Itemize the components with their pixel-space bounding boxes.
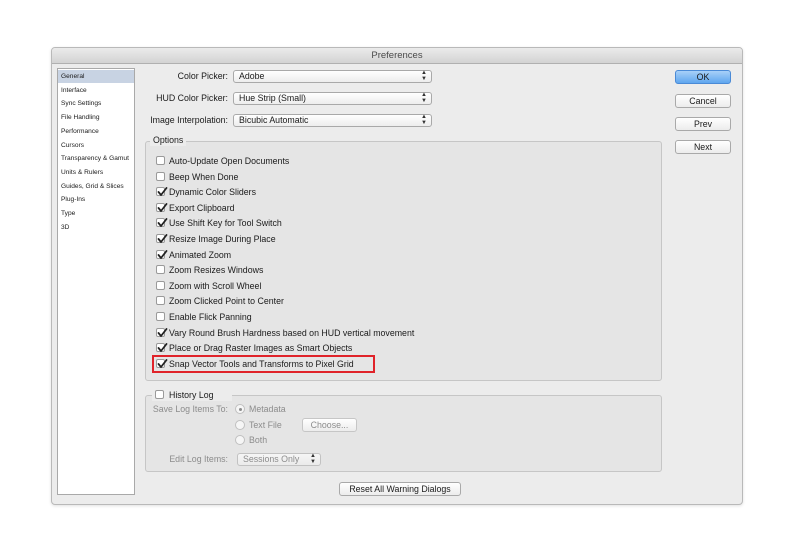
hud-color-picker-value: Hue Strip (Small) <box>239 93 306 103</box>
radio-button[interactable] <box>235 404 245 414</box>
cancel-button[interactable]: Cancel <box>675 94 731 108</box>
option-checkbox[interactable] <box>156 187 168 197</box>
sidebar-item-cursors[interactable]: Cursors <box>58 139 134 152</box>
radio-text-file[interactable]: Text File <box>235 419 305 431</box>
option-checkbox[interactable] <box>156 327 168 337</box>
option-checkbox[interactable] <box>156 265 165 275</box>
option-row[interactable]: Place or Drag Raster Images as Smart Obj… <box>156 342 636 354</box>
hud-color-picker-label: HUD Color Picker: <box>156 93 228 103</box>
option-label: Auto-Update Open Documents <box>169 156 290 166</box>
option-label: Enable Flick Panning <box>169 312 252 322</box>
radio-dot <box>239 408 242 411</box>
history-log-label: History Log <box>169 390 214 400</box>
next-button[interactable]: Next <box>675 140 731 154</box>
sidebar-item-3d[interactable]: 3D <box>58 221 134 234</box>
option-checkbox[interactable] <box>156 249 168 259</box>
radio-both[interactable]: Both <box>235 434 305 446</box>
option-row[interactable]: Zoom with Scroll Wheel <box>156 280 636 292</box>
option-checkbox[interactable] <box>156 218 168 228</box>
sidebar-item-type[interactable]: Type <box>58 207 134 220</box>
sidebar: General Interface Sync Settings File Handli… <box>57 68 135 495</box>
option-checkbox[interactable] <box>156 343 168 353</box>
chevron-updown-icon: ▲ ▼ <box>310 453 316 465</box>
hud-color-picker-select[interactable]: Hue Strip (Small) ▲ ▼ <box>233 92 432 105</box>
reset-warning-dialogs-button[interactable]: Reset All Warning Dialogs <box>339 482 461 496</box>
option-row[interactable]: Zoom Clicked Point to Center <box>156 295 636 307</box>
sidebar-item-transparency-gamut[interactable]: Transparency & Gamut <box>58 152 134 165</box>
option-row[interactable]: Vary Round Brush Hardness based on HUD v… <box>156 327 636 339</box>
option-checkbox[interactable] <box>156 234 168 243</box>
option-label: Zoom Resizes Windows <box>169 265 264 276</box>
option-row[interactable]: Use Shift Key for Tool Switch <box>156 217 636 229</box>
option-label: Resize Image During Place <box>169 234 276 244</box>
radio-metadata[interactable]: Metadata <box>235 403 305 415</box>
options-legend: Options <box>150 134 187 146</box>
sidebar-item-interface[interactable]: Interface <box>58 84 134 97</box>
color-picker-label: Color Picker: <box>177 71 228 81</box>
option-label: Zoom with Scroll Wheel <box>169 280 262 291</box>
highlight-box <box>152 355 375 373</box>
history-log-checkbox[interactable] <box>155 390 164 399</box>
option-label: Dynamic Color Sliders <box>169 187 257 198</box>
color-picker-select[interactable]: Adobe ▲ ▼ <box>233 70 432 83</box>
radio-button[interactable] <box>235 419 245 430</box>
sidebar-item-guides-grid-slices[interactable]: Guides, Grid & Slices <box>58 180 134 193</box>
option-label: Animated Zoom <box>169 249 232 260</box>
sidebar-item-file-handling[interactable]: File Handling <box>58 111 134 124</box>
option-checkbox[interactable] <box>156 296 165 306</box>
option-label: Export Clipboard <box>169 202 235 213</box>
radio-button[interactable] <box>235 435 245 445</box>
option-checkbox[interactable] <box>156 280 165 290</box>
window-title: Preferences <box>52 48 742 64</box>
option-label: Place or Drag Raster Images as Smart Obj… <box>169 343 353 354</box>
edit-log-items-select[interactable]: Sessions Only ▲ ▼ <box>237 453 321 466</box>
option-label: Zoom Clicked Point to Center <box>169 296 284 307</box>
option-row[interactable]: Auto-Update Open Documents <box>156 155 636 167</box>
prev-button[interactable]: Prev <box>675 117 731 131</box>
history-log-legend: History Log <box>152 389 232 401</box>
chevron-updown-icon: ▲ ▼ <box>421 70 427 82</box>
option-row[interactable]: Dynamic Color Sliders <box>156 186 636 198</box>
sidebar-item-general[interactable]: General <box>58 70 134 83</box>
choose-button[interactable]: Choose... <box>302 418 357 432</box>
option-row[interactable]: Enable Flick Panning <box>156 311 636 323</box>
option-label: Use Shift Key for Tool Switch <box>169 218 282 229</box>
radio-label: Both <box>249 435 268 445</box>
chevron-updown-icon: ▲ ▼ <box>421 92 427 104</box>
sidebar-item-plug-ins[interactable]: Plug-Ins <box>58 193 134 206</box>
option-row[interactable]: Zoom Resizes Windows <box>156 264 636 276</box>
edit-log-items-value: Sessions Only <box>243 454 300 464</box>
option-row[interactable]: Beep When Done <box>156 171 636 183</box>
save-log-items-label: Save Log Items To: <box>152 404 228 414</box>
color-picker-value: Adobe <box>239 71 265 81</box>
sidebar-item-sync-settings[interactable]: Sync Settings <box>58 97 134 110</box>
image-interpolation-select[interactable]: Bicubic Automatic ▲ ▼ <box>233 114 432 127</box>
radio-label: Metadata <box>249 404 286 414</box>
option-label: Vary Round Brush Hardness based on HUD v… <box>169 327 415 338</box>
ok-button[interactable]: OK <box>675 70 731 84</box>
image-interpolation-label: Image Interpolation: <box>150 115 228 125</box>
sidebar-item-performance[interactable]: Performance <box>58 125 134 138</box>
sidebar-item-units-rulers[interactable]: Units & Rulers <box>58 166 134 179</box>
option-checkbox[interactable] <box>156 202 168 212</box>
edit-log-items-label: Edit Log Items: <box>169 454 228 464</box>
chevron-updown-icon: ▲ ▼ <box>421 114 427 126</box>
option-checkbox[interactable] <box>156 171 165 181</box>
radio-label: Text File <box>249 419 282 430</box>
option-row[interactable]: Animated Zoom <box>156 249 636 261</box>
option-row[interactable]: Export Clipboard <box>156 202 636 214</box>
option-checkbox[interactable] <box>156 312 165 321</box>
option-row[interactable]: Resize Image During Place <box>156 233 636 245</box>
option-label: Beep When Done <box>169 171 239 182</box>
image-interpolation-value: Bicubic Automatic <box>239 115 309 125</box>
option-checkbox[interactable] <box>156 156 165 165</box>
